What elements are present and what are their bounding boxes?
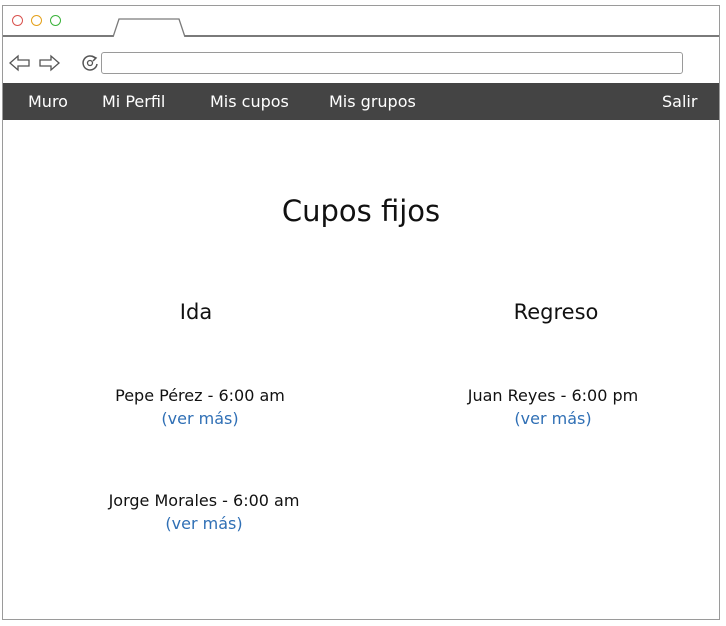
ida-entry: Pepe Pérez - 6:00 am (ver más) xyxy=(50,384,350,430)
url-input[interactable] xyxy=(101,52,683,74)
close-icon[interactable] xyxy=(12,15,23,26)
back-arrow-icon[interactable] xyxy=(8,54,32,72)
reload-icon[interactable] xyxy=(79,52,101,74)
ver-mas-link[interactable]: (ver más) xyxy=(161,409,238,428)
minimize-icon[interactable] xyxy=(31,15,42,26)
menu-item-muro[interactable]: Muro xyxy=(28,83,68,120)
ver-mas-link[interactable]: (ver más) xyxy=(165,514,242,533)
browser-tab[interactable] xyxy=(113,18,187,38)
ida-entry-text: Pepe Pérez - 6:00 am xyxy=(115,386,285,405)
ida-entry-text: Jorge Morales - 6:00 am xyxy=(108,491,300,510)
regreso-entry: Juan Reyes - 6:00 pm (ver más) xyxy=(403,384,703,430)
page-title: Cupos fijos xyxy=(281,194,441,228)
maximize-icon[interactable] xyxy=(50,15,61,26)
regreso-entry-text: Juan Reyes - 6:00 pm xyxy=(467,386,639,405)
menu-item-mis-grupos[interactable]: Mis grupos xyxy=(329,83,416,120)
ida-entry: Jorge Morales - 6:00 am (ver más) xyxy=(54,489,354,535)
navigation-menu: Muro Mi Perfil Mis cupos Mis grupos Sali… xyxy=(3,83,719,120)
address-bar xyxy=(3,37,719,83)
regreso-heading: Regreso xyxy=(513,300,599,324)
ida-heading: Ida xyxy=(179,300,213,324)
title-bar xyxy=(3,6,719,38)
logout-link[interactable]: Salir xyxy=(662,83,697,120)
menu-item-mi-perfil[interactable]: Mi Perfil xyxy=(102,83,165,120)
forward-arrow-icon[interactable] xyxy=(37,54,61,72)
ver-mas-link[interactable]: (ver más) xyxy=(514,409,591,428)
browser-window: Muro Mi Perfil Mis cupos Mis grupos Sali… xyxy=(2,5,720,620)
main-content: Cupos fijos Ida Regreso Pepe Pérez - 6:0… xyxy=(3,120,719,620)
menu-item-mis-cupos[interactable]: Mis cupos xyxy=(210,83,289,120)
